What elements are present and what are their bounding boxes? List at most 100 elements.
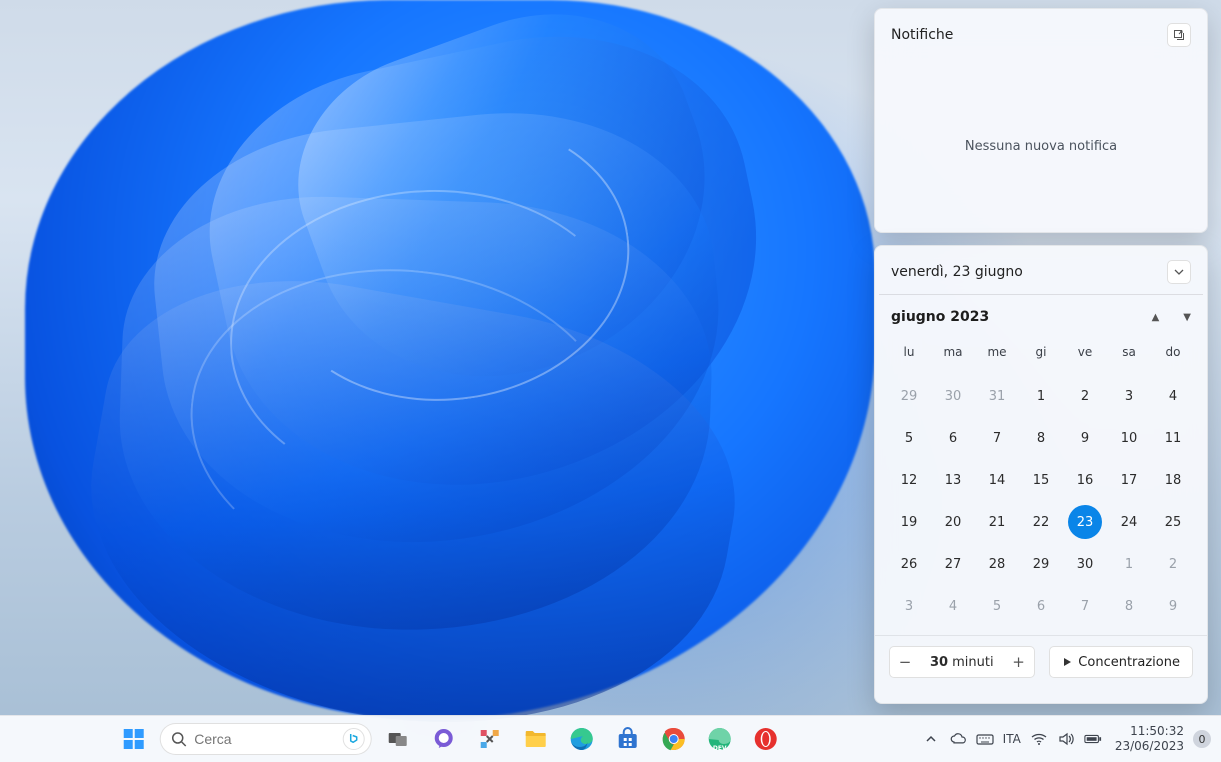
calendar-day[interactable]: 11 [1151, 417, 1195, 459]
edge-button[interactable] [561, 719, 601, 759]
notifications-empty: Nessuna nuova notifica [891, 139, 1191, 154]
calendar-day[interactable]: 23 [1068, 505, 1102, 539]
chat-icon [431, 727, 455, 751]
calendar-day[interactable]: 3 [1107, 375, 1151, 417]
notifications-clear-button[interactable] [1167, 23, 1191, 47]
notification-count-badge[interactable]: 0 [1193, 730, 1211, 748]
focus-minutes: 30 [930, 655, 948, 670]
calendar-day[interactable]: 6 [931, 417, 975, 459]
calendar-day[interactable]: 25 [1151, 501, 1195, 543]
calendar-month-label[interactable]: giugno 2023 [891, 309, 989, 325]
task-view-icon [386, 728, 408, 750]
chrome-button[interactable] [653, 719, 693, 759]
calendar-day[interactable]: 2 [1151, 543, 1195, 585]
calendar-day[interactable]: 8 [1019, 417, 1063, 459]
calendar-day[interactable]: 4 [1151, 375, 1195, 417]
bing-chat-icon[interactable] [342, 728, 364, 750]
calendar-weekday: do [1151, 337, 1195, 369]
calendar-day[interactable]: 28 [975, 543, 1019, 585]
calendar-current-date[interactable]: venerdì, 23 giugno [891, 264, 1023, 280]
calendar-day[interactable]: 8 [1107, 585, 1151, 627]
calendar-weekday-row: lumamegivesado [875, 333, 1207, 375]
calendar-weekday: me [975, 337, 1019, 369]
calendar-day[interactable]: 4 [931, 585, 975, 627]
start-button[interactable] [113, 719, 153, 759]
calendar-prev-month[interactable]: ▲ [1152, 312, 1160, 323]
input-language[interactable]: ITA [1003, 732, 1021, 746]
calendar-day[interactable]: 30 [931, 375, 975, 417]
snip-icon [477, 727, 501, 751]
calendar-day[interactable]: 16 [1063, 459, 1107, 501]
calendar-day[interactable]: 5 [887, 417, 931, 459]
calendar-day[interactable]: 6 [1019, 585, 1063, 627]
calendar-day[interactable]: 12 [887, 459, 931, 501]
chrome-icon [661, 727, 685, 751]
calendar-day[interactable]: 10 [1107, 417, 1151, 459]
calendar-day[interactable]: 5 [975, 585, 1019, 627]
calendar-weekday: ve [1063, 337, 1107, 369]
volume-icon[interactable] [1057, 730, 1075, 748]
calendar-day[interactable]: 26 [887, 543, 931, 585]
taskbar-center: DEV [113, 719, 785, 759]
snipping-tool-button[interactable] [469, 719, 509, 759]
focus-minus-button[interactable]: − [890, 647, 920, 677]
popout-icon [1173, 29, 1185, 41]
clock-date: 23/06/2023 [1115, 739, 1184, 754]
onedrive-icon[interactable] [949, 730, 967, 748]
calendar-weekday: sa [1107, 337, 1151, 369]
focus-start-button[interactable]: Concentrazione [1049, 646, 1193, 678]
tray-overflow-button[interactable] [922, 730, 940, 748]
calendar-day[interactable]: 1 [1019, 375, 1063, 417]
calendar-day[interactable]: 3 [887, 585, 931, 627]
taskbar-clock[interactable]: 11:50:32 23/06/2023 [1115, 724, 1184, 754]
calendar-weekday: lu [887, 337, 931, 369]
clock-time: 11:50:32 [1115, 724, 1184, 739]
calendar-day[interactable]: 19 [887, 501, 931, 543]
calendar-collapse-button[interactable] [1167, 260, 1191, 284]
calendar-day[interactable]: 18 [1151, 459, 1195, 501]
calendar-day[interactable]: 29 [887, 375, 931, 417]
wifi-icon[interactable] [1030, 730, 1048, 748]
focus-unit: minuti [952, 655, 993, 670]
calendar-day[interactable]: 9 [1151, 585, 1195, 627]
calendar-day[interactable]: 13 [931, 459, 975, 501]
task-view-button[interactable] [377, 719, 417, 759]
opera-button[interactable] [745, 719, 785, 759]
calendar-next-month[interactable]: ▼ [1183, 312, 1191, 323]
search-input[interactable] [194, 731, 324, 747]
edge-dev-button[interactable]: DEV [699, 719, 739, 759]
calendar-day[interactable]: 27 [931, 543, 975, 585]
taskbar-search[interactable] [159, 723, 371, 755]
calendar-days-grid: 2930311234567891011121314151617181920212… [875, 375, 1207, 633]
store-icon [615, 727, 639, 751]
calendar-day[interactable]: 1 [1107, 543, 1151, 585]
calendar-day[interactable]: 7 [975, 417, 1019, 459]
calendar-day[interactable]: 31 [975, 375, 1019, 417]
windows-icon [121, 727, 145, 751]
opera-icon [753, 727, 777, 751]
calendar-day[interactable]: 22 [1019, 501, 1063, 543]
edge-dev-icon: DEV [706, 726, 732, 752]
calendar-panel: venerdì, 23 giugno giugno 2023 ▲ ▼ lumam… [874, 245, 1208, 704]
calendar-day[interactable]: 15 [1019, 459, 1063, 501]
calendar-day[interactable]: 2 [1063, 375, 1107, 417]
calendar-day[interactable]: 20 [931, 501, 975, 543]
chevron-up-icon [925, 733, 937, 745]
svg-text:DEV: DEV [712, 745, 726, 752]
calendar-day[interactable]: 29 [1019, 543, 1063, 585]
focus-plus-button[interactable]: + [1004, 647, 1034, 677]
calendar-day[interactable]: 7 [1063, 585, 1107, 627]
calendar-day[interactable]: 21 [975, 501, 1019, 543]
keyboard-icon[interactable] [976, 730, 994, 748]
calendar-day[interactable]: 9 [1063, 417, 1107, 459]
teams-chat-button[interactable] [423, 719, 463, 759]
file-explorer-button[interactable] [515, 719, 555, 759]
calendar-day[interactable]: 17 [1107, 459, 1151, 501]
battery-icon[interactable] [1084, 730, 1102, 748]
store-button[interactable] [607, 719, 647, 759]
calendar-day[interactable]: 14 [975, 459, 1019, 501]
chevron-down-icon [1174, 267, 1184, 277]
calendar-day[interactable]: 24 [1107, 501, 1151, 543]
search-icon [170, 731, 186, 747]
calendar-day[interactable]: 30 [1063, 543, 1107, 585]
